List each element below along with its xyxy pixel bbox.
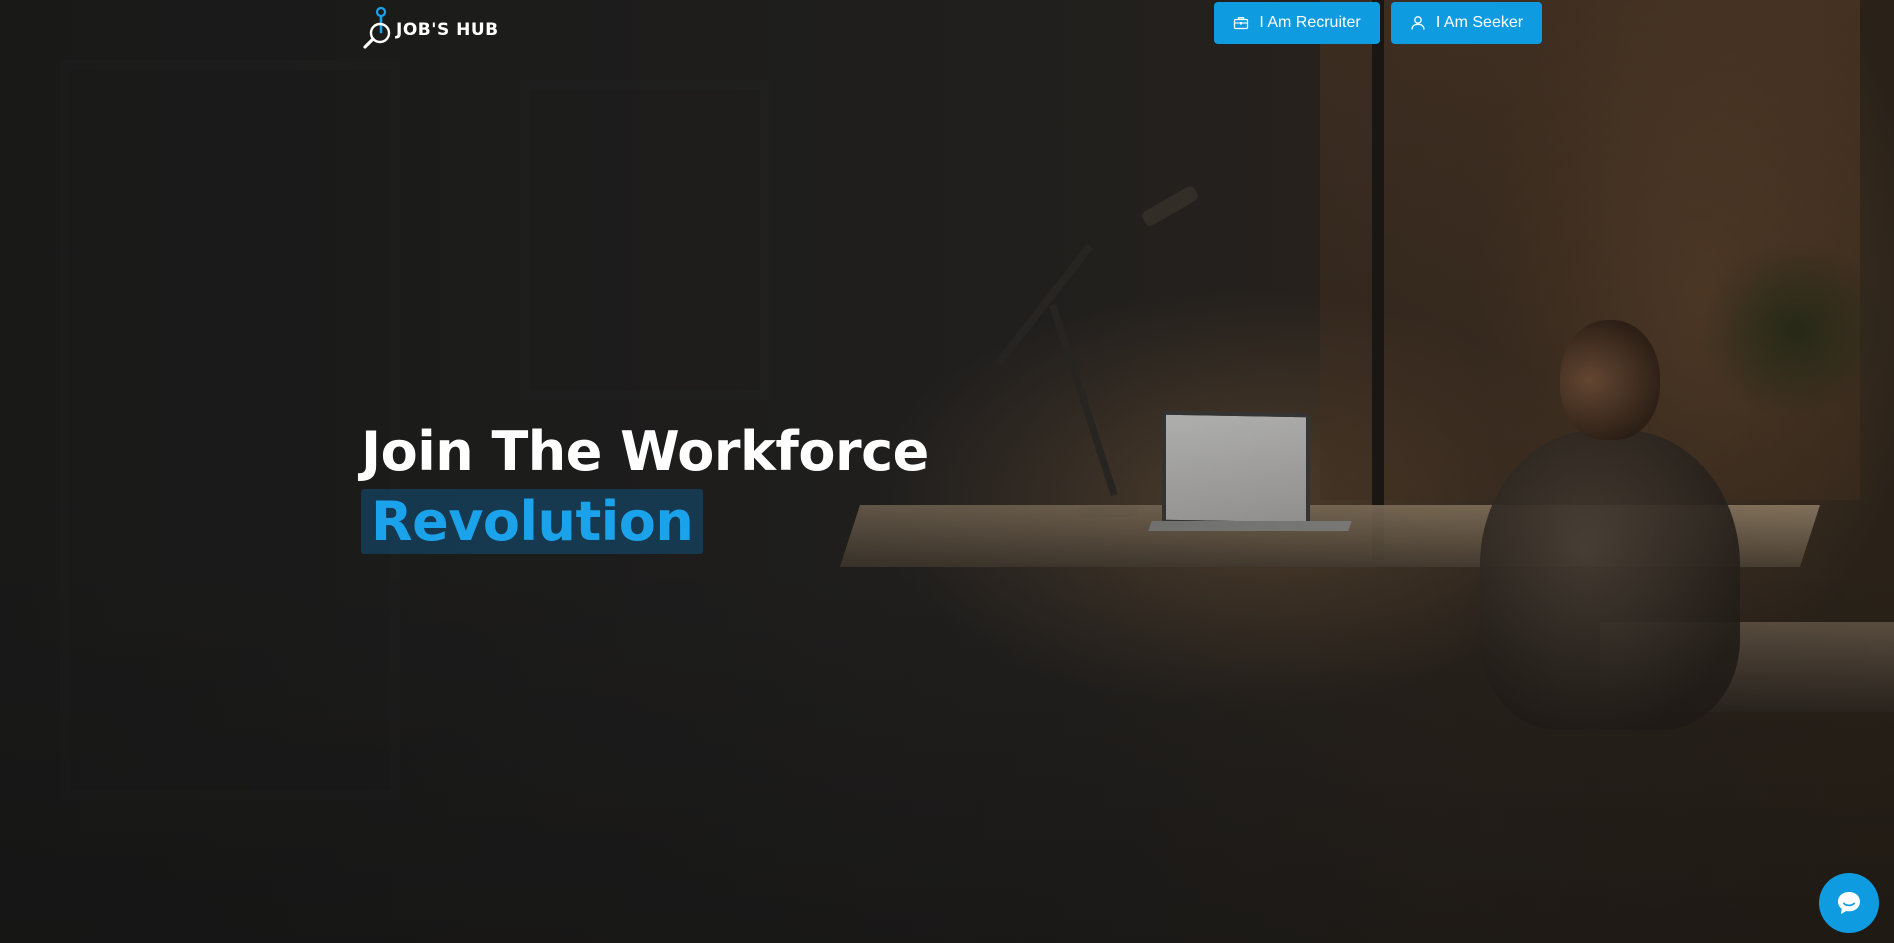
hero-title: Join The Workforce xyxy=(361,420,929,483)
site-logo[interactable]: JOB'S HUB xyxy=(362,6,499,50)
hero-title-highlight: Revolution xyxy=(361,489,704,554)
chat-launcher-button[interactable] xyxy=(1819,873,1879,933)
chat-bubble-icon xyxy=(1838,892,1860,914)
person-search-icon xyxy=(363,6,391,49)
logo-text: JOB'S HUB xyxy=(396,20,499,40)
seeker-button-label: I Am Seeker xyxy=(1435,14,1524,31)
briefcase-icon xyxy=(1234,17,1249,30)
recruiter-button[interactable]: I Am Recruiter xyxy=(1214,2,1380,44)
recruiter-button-label: I Am Recruiter xyxy=(1259,14,1361,31)
seeker-button[interactable]: I Am Seeker xyxy=(1391,2,1542,44)
hero-section: JOB'S HUB I Am Recruiter I Am Seeker Joi… xyxy=(0,0,1894,943)
user-icon xyxy=(1411,16,1425,30)
site-header: JOB'S HUB I Am Recruiter I Am Seeker xyxy=(0,0,1894,56)
background-overlay xyxy=(0,0,1894,943)
